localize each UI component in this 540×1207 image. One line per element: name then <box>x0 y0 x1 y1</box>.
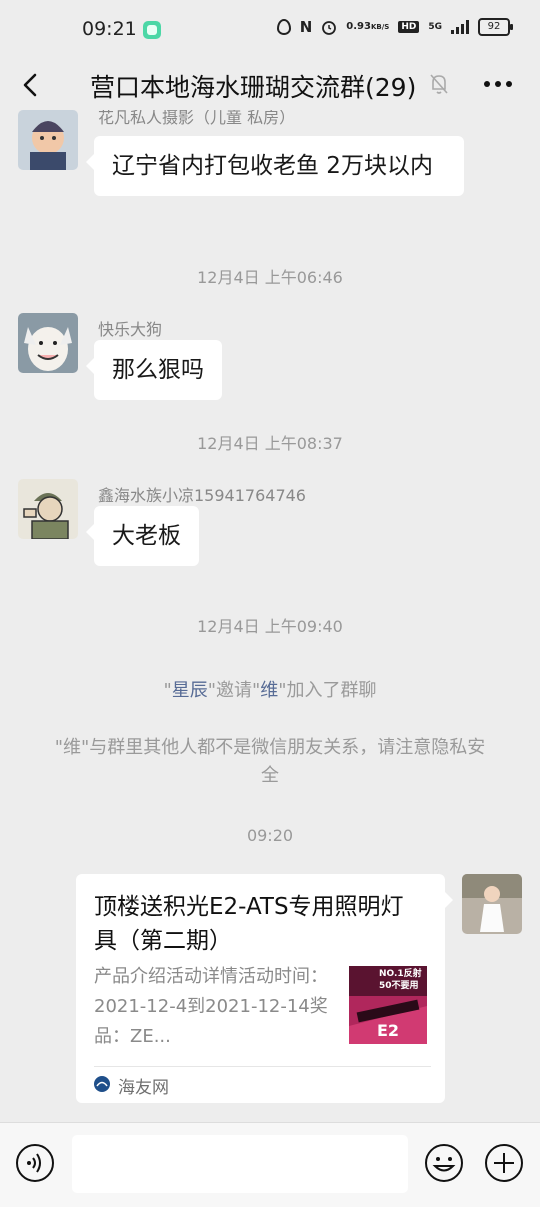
net-speed: 0.93 KB/S <box>346 22 389 32</box>
message-bubble[interactable]: 辽宁省内打包收老鱼 2万块以内 <box>86 136 464 196</box>
input-bar <box>0 1122 540 1207</box>
card-title: 顶楼送积光E2-ATS专用照明灯具（第二期） <box>94 894 404 954</box>
emoji-icon[interactable] <box>424 1143 464 1183</box>
hd-badge: HD <box>398 21 420 33</box>
status-bar: 09:21 N 0.93 KB/S HD 5G 92 <box>0 0 540 60</box>
thumb-line2: 50不要用 <box>379 980 419 991</box>
plus-icon[interactable] <box>484 1143 524 1183</box>
avatar[interactable] <box>462 874 522 934</box>
voice-icon[interactable] <box>15 1143 55 1183</box>
status-icons: N 0.93 KB/S HD 5G 92 <box>276 18 513 36</box>
sender-name: 花凡私人摄影（儿童 私房） <box>98 110 296 127</box>
page-title: 营口本地海水珊瑚交流群(29) <box>90 73 417 102</box>
signal-icon <box>451 20 469 34</box>
timestamp: 12月4日 上午09:40 <box>197 617 343 636</box>
net-speed-value: 0.93 <box>346 21 371 32</box>
nfc-icon: N <box>299 18 313 36</box>
alarm-icon <box>322 21 337 35</box>
system-text: " <box>163 680 172 701</box>
timestamp: 12月4日 上午06:46 <box>197 268 343 287</box>
card-divider <box>94 1066 431 1067</box>
avatar[interactable] <box>18 479 78 539</box>
invitee-link[interactable]: 维 <box>260 680 278 701</box>
system-warning-message: "维"与群里其他人都不是微信朋友关系，请注意隐私安全 <box>54 737 486 786</box>
chat-header: 营口本地海水珊瑚交流群(29) <box>0 60 540 110</box>
inviter-link[interactable]: 星辰 <box>172 680 208 701</box>
sender-name: 快乐大狗 <box>98 320 163 339</box>
card-source: 海友网 <box>118 1078 169 1098</box>
message-input[interactable] <box>72 1135 408 1193</box>
system-text: "加入了群聊 <box>278 680 377 701</box>
source-logo-icon <box>94 1076 110 1092</box>
sender-name: 鑫海水族小凉15941764746 <box>98 486 306 505</box>
battery-level: 92 <box>487 21 501 32</box>
avatar[interactable] <box>18 110 78 170</box>
timestamp: 12月4日 上午08:37 <box>197 434 343 453</box>
timestamp: 09:20 <box>246 826 294 845</box>
chat-area[interactable]: 花凡私人摄影（儿童 私房） 辽宁省内打包收老鱼 2万块以内 12月4日 上午06… <box>0 110 540 1122</box>
link-card[interactable]: 顶楼送积光E2-ATS专用照明灯具（第二期） 产品介绍活动详情活动时间：2021… <box>76 874 453 1103</box>
system-invite-message: "星辰"邀请"维"加入了群聊 <box>50 677 490 705</box>
avatar[interactable] <box>18 313 78 373</box>
status-time: 09:21 <box>82 18 137 40</box>
net-speed-unit: KB/S <box>370 23 390 31</box>
mute-bell-icon <box>430 74 448 94</box>
thumb-line1: NO.1反射 <box>379 967 422 979</box>
card-thumbnail: NO.1反射 50不要用 E2 <box>349 966 427 1044</box>
drop-icon <box>276 19 291 35</box>
more-dots-icon[interactable] <box>482 72 514 96</box>
network-type: 5G <box>428 22 442 32</box>
system-text: "邀请" <box>207 680 261 701</box>
battery-icon: 92 <box>478 18 513 36</box>
card-description: 产品介绍活动详情活动时间：2021-12-4到2021-12-14奖品：ZE..… <box>94 966 328 1047</box>
back-arrow-icon[interactable] <box>18 72 42 98</box>
message-bubble[interactable]: 大老板 <box>86 506 199 566</box>
thumb-e2: E2 <box>377 1021 399 1040</box>
app-notification-icon <box>143 21 161 39</box>
message-bubble[interactable]: 那么狠吗 <box>86 340 222 400</box>
